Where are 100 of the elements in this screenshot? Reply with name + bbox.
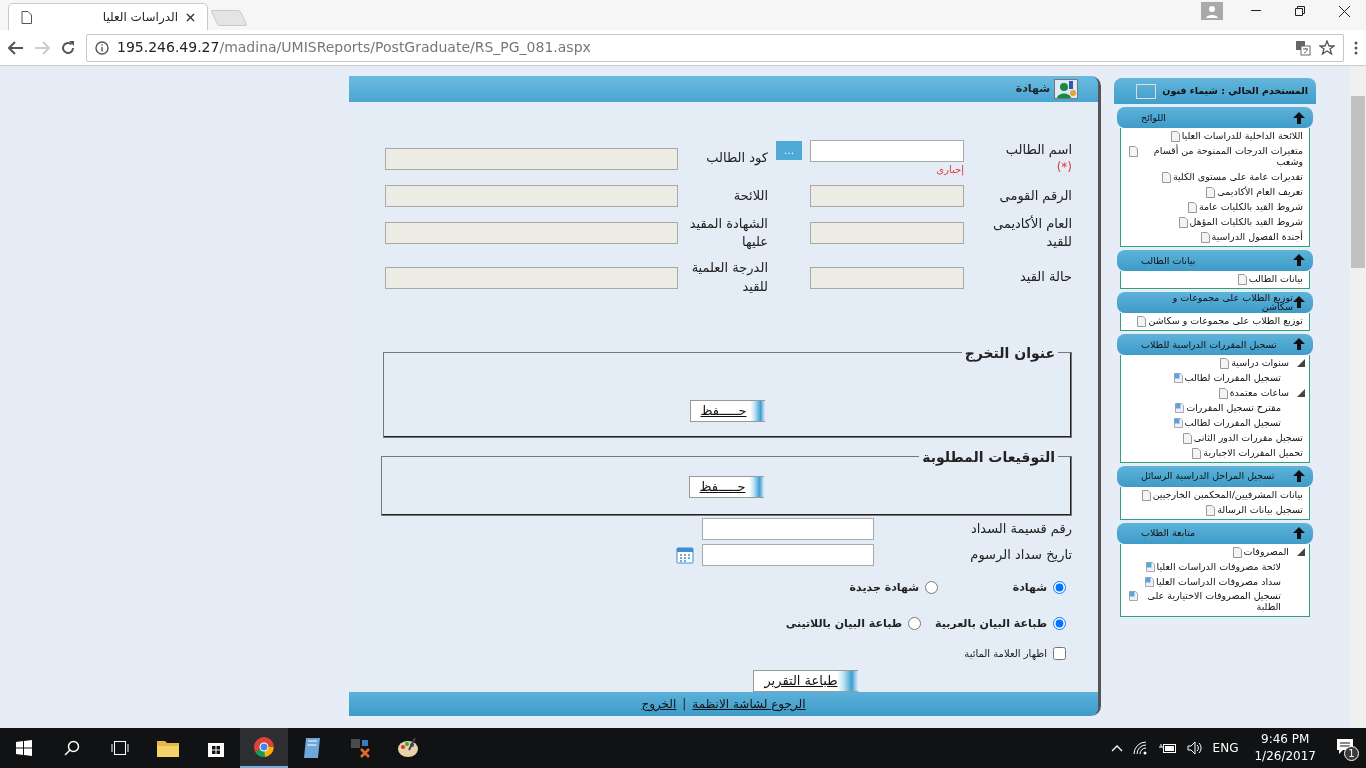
back-icon[interactable]	[8, 40, 24, 55]
field-label: الدرجة العلمية للقيد	[690, 259, 768, 296]
menu-link[interactable]: سداد مصروفات الدراسات العليا	[1127, 574, 1305, 590]
section-header[interactable]: تسجيل المقررات الدراسية للطلاب	[1117, 333, 1313, 355]
section-header[interactable]: متابعة الطلاب	[1117, 522, 1313, 544]
info-icon[interactable]	[95, 40, 109, 55]
wifi-icon[interactable]	[1132, 741, 1149, 755]
battery-icon[interactable]	[1158, 742, 1177, 754]
address-bar[interactable]: 195.246.49.27/madina/UMISReports/PostGraduate/RS_PG_081.aspx	[86, 33, 1344, 62]
menu-link[interactable]: تقديرات عامة على مستوى الكلية	[1127, 169, 1305, 185]
browser-icon[interactable]	[253, 736, 275, 758]
browser-tab[interactable]: الدراسات العليا	[8, 3, 208, 30]
required-mark: (*)	[1055, 159, 1072, 176]
menu-link[interactable]: ساعات معتمدة	[1216, 385, 1291, 401]
folder-icon[interactable]	[157, 739, 179, 757]
option-label: شهادة	[1012, 579, 1047, 596]
menu-link[interactable]: تسجيل المقررات لطالب	[1127, 370, 1305, 386]
section-header[interactable]: اللوائح	[1117, 107, 1313, 128]
input-field[interactable]	[810, 222, 964, 245]
input-field[interactable]	[385, 222, 678, 245]
radio-button[interactable]	[908, 617, 922, 631]
input-field[interactable]	[702, 517, 874, 540]
arrow-up-icon	[1293, 338, 1305, 351]
page-icon	[1141, 489, 1151, 501]
menu-link[interactable]: بيانات الطالب	[1127, 271, 1305, 287]
language-indicator[interactable]: ENG	[1212, 739, 1239, 757]
field-label: حالة القيد	[1019, 268, 1072, 287]
close-icon[interactable]	[1338, 5, 1350, 17]
print-report-button[interactable]: طباعة التقرير	[753, 669, 858, 692]
back-link[interactable]: الرجوع لشاشة الانظمة	[692, 695, 806, 713]
page-icon	[1145, 561, 1155, 572]
option-label: طباعة البيان بالعربية	[935, 615, 1047, 632]
expanded-triangle-icon[interactable]	[1297, 389, 1305, 398]
notebook-icon[interactable]	[302, 737, 322, 759]
input-field[interactable]	[810, 185, 964, 207]
menu-link[interactable]: سنوات دراسية	[1218, 355, 1291, 371]
search-icon[interactable]	[64, 740, 80, 756]
expanded-triangle-icon[interactable]	[1297, 359, 1305, 368]
menu-link[interactable]: تسجيل مقررات الدور الثانى	[1127, 430, 1305, 446]
menu-link[interactable]: متغيرات الدرجات الممنوحة من أقسام وشعب	[1127, 144, 1305, 170]
minimize-icon[interactable]	[1251, 10, 1261, 12]
menu-link[interactable]: بيانات المشرفيين/المحكمين الخارجيين	[1127, 487, 1305, 503]
menu-link[interactable]: تحميل المقررات الاجبارية	[1127, 445, 1305, 461]
tools-icon[interactable]	[349, 737, 371, 759]
menu-link[interactable]: تسجيل المصروفات الاختيارية على الطلبة	[1127, 589, 1305, 616]
section-header[interactable]: تسجيل المراحل الدراسية الرسائل	[1117, 465, 1313, 487]
menu-link[interactable]: شروط القيد بالكليات المؤهل	[1127, 214, 1305, 230]
menu-link[interactable]: شروط القيد بالكليات عامة	[1127, 199, 1305, 215]
date-field[interactable]	[702, 543, 874, 566]
section-header[interactable]: بيانات الطالب	[1117, 249, 1313, 271]
menu-link[interactable]: لائحة مصروفات الدراسات العليا	[1127, 559, 1305, 575]
star-icon[interactable]	[1319, 39, 1335, 56]
certificate-icon	[1054, 79, 1078, 99]
field-label: تاريخ سداد الرسوم	[969, 546, 1072, 565]
page-icon	[1170, 131, 1180, 142]
menu-link[interactable]: أجندة الفصول الدراسية	[1127, 229, 1305, 245]
input-field[interactable]	[810, 266, 964, 289]
windows-icon[interactable]	[16, 740, 32, 756]
radio-button[interactable]	[1053, 617, 1066, 631]
menu-link[interactable]: توزيع الطلاب على مجموعات و سكاشن	[1127, 313, 1305, 329]
menu-link[interactable]: تسجيل المقررات لطالب	[1127, 415, 1305, 431]
option-label: طباعة البيان باللاتينى	[785, 615, 903, 632]
page-icon	[1232, 546, 1242, 558]
reload-icon[interactable]	[60, 39, 76, 56]
radio-button[interactable]	[1053, 581, 1066, 595]
input-field[interactable]	[385, 147, 678, 170]
radio-button[interactable]	[925, 581, 938, 595]
input-field[interactable]	[810, 140, 964, 162]
restore-icon[interactable]	[1295, 6, 1305, 16]
section-header[interactable]: توزيع الطلاب على مجموعات و سكاشن	[1117, 291, 1313, 313]
menu-link[interactable]: تسجيل بيانات الرسالة	[1127, 502, 1305, 518]
menu-link[interactable]: المصروفات	[1230, 544, 1291, 560]
expanded-triangle-icon[interactable]	[1297, 548, 1305, 557]
checkbox[interactable]	[1053, 647, 1066, 661]
checkbox-label: اظهار العلامة المائية	[964, 647, 1047, 662]
arrow-up-icon	[1293, 527, 1305, 540]
menu-link[interactable]: مقترح تسجيل المقررات	[1127, 400, 1305, 416]
paint-palette-icon[interactable]	[397, 738, 419, 758]
field-label: الرقم القومى	[998, 186, 1072, 206]
menu-link[interactable]: تعريف العام الأكاديمى	[1127, 184, 1305, 200]
volume-icon[interactable]	[1186, 741, 1203, 755]
translate-icon[interactable]	[1295, 39, 1311, 56]
chevron-up-icon[interactable]	[1110, 744, 1123, 752]
task-view-icon[interactable]	[110, 741, 130, 755]
input-field[interactable]	[385, 266, 678, 289]
page-icon	[1218, 387, 1228, 399]
close-icon[interactable]	[186, 12, 195, 22]
menu-icon[interactable]	[1354, 40, 1358, 55]
field-label: اسم الطالب	[1004, 141, 1072, 160]
clock[interactable]: 9:46 PM 1/26/2017	[1248, 731, 1322, 765]
page-icon	[21, 10, 32, 24]
page-icon	[1129, 146, 1138, 157]
save-button[interactable]: حـــــفظ	[689, 399, 765, 422]
scrollbar[interactable]	[1350, 66, 1366, 728]
save-button[interactable]: حـــــفظ	[688, 475, 764, 498]
input-field[interactable]	[385, 185, 678, 207]
field-label: العام الأكاديمى للقيد	[992, 215, 1072, 252]
calendar-icon[interactable]	[676, 545, 694, 564]
logout-link[interactable]: الخروج	[641, 695, 677, 713]
menu-link[interactable]: اللائحة الداخلية للدراسات العليا	[1127, 129, 1305, 144]
